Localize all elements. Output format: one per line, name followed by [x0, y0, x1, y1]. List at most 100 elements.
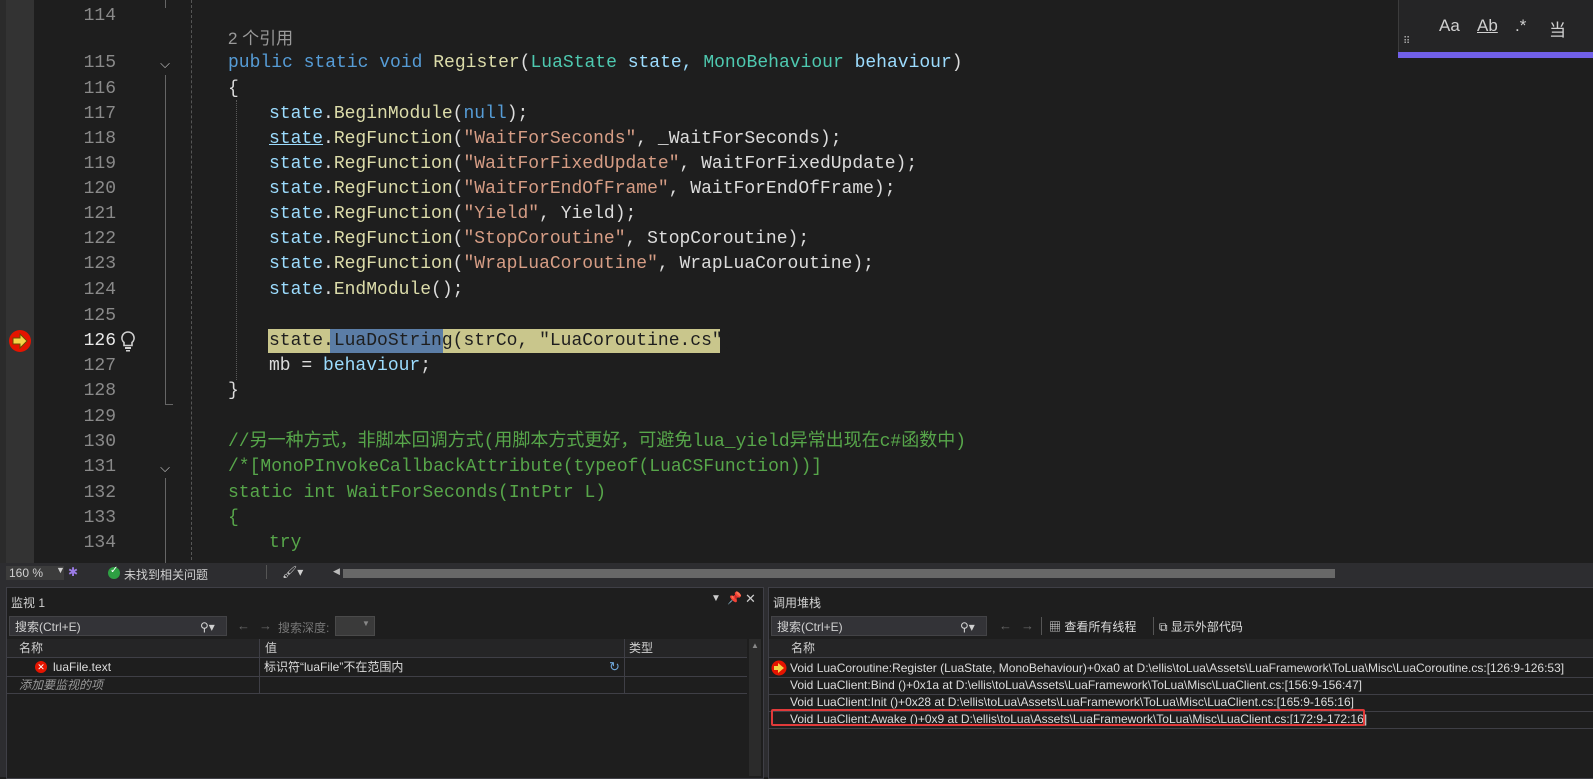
- token: RegFunction: [333, 204, 453, 224]
- watch-row[interactable]: ✕ luaFile.text 标识符“luaFile”不在范围内 ↻: [7, 659, 747, 676]
- column-divider: [259, 658, 260, 694]
- scroll-left-icon[interactable]: ◀: [333, 566, 340, 577]
- fold-chevron-down-icon[interactable]: ⌵: [157, 455, 173, 480]
- forward-arrow-icon[interactable]: →: [1021, 618, 1034, 633]
- code-line-121[interactable]: state.RegFunction("Yield", Yield);: [269, 202, 636, 227]
- token: ): [951, 53, 963, 73]
- current-frame-arrow-icon: [771, 660, 787, 676]
- row-separator: [7, 676, 747, 677]
- pin-icon[interactable]: 📌: [727, 591, 742, 605]
- dropdown-icon[interactable]: ▼: [711, 593, 721, 604]
- find-panel-accent: [1398, 52, 1593, 58]
- code-line-115[interactable]: public static void Register(LuaState sta…: [228, 51, 963, 76]
- row-separator: [7, 693, 747, 694]
- show-external-label: 显示外部代码: [1170, 620, 1243, 634]
- codelens-references[interactable]: 2 个引用: [228, 26, 293, 51]
- glyph-margin[interactable]: [6, 0, 34, 570]
- code-line-120[interactable]: state.RegFunction("WaitForEndOfFrame", W…: [269, 177, 896, 202]
- stack-frame[interactable]: Void LuaCoroutine:Register (LuaState, Mo…: [790, 660, 1564, 676]
- match-case-button[interactable]: Aa: [1439, 16, 1460, 36]
- indent-guide: [236, 100, 237, 380]
- horizontal-scrollbar-thumb[interactable]: [343, 569, 1335, 578]
- column-name[interactable]: 名称: [791, 639, 815, 657]
- execution-pointer-icon[interactable]: [8, 329, 32, 353]
- zoom-select[interactable]: 160 % ▼: [6, 565, 65, 580]
- token: "WaitForFixedUpdate": [463, 154, 680, 174]
- code-line-132[interactable]: static int WaitForSeconds(IntPtr L): [228, 481, 606, 506]
- code-line-130[interactable]: //另一种方式，非脚本回调方式(用脚本方式更好，可避免lua_yield异常出现…: [228, 430, 966, 455]
- column-divider[interactable]: [259, 639, 260, 657]
- token: BeginModule: [333, 104, 453, 124]
- token: , _WaitForSeconds);: [636, 129, 842, 149]
- column-name[interactable]: 名称: [19, 639, 43, 657]
- token: state: [269, 229, 324, 249]
- red-annotation-box: [771, 709, 1365, 726]
- code-line-127[interactable]: mb = behaviour;: [269, 354, 431, 379]
- watch-search-input[interactable]: 搜索(Ctrl+E) ⚲▾: [9, 616, 227, 636]
- search-depth-select[interactable]: ▼: [335, 616, 375, 636]
- token: state: [269, 254, 324, 274]
- watch-row-value[interactable]: 标识符“luaFile”不在范围内: [264, 659, 403, 675]
- code-line-119[interactable]: state.RegFunction("WaitForFixedUpdate", …: [269, 152, 917, 177]
- stack-frame[interactable]: Void LuaClient:Bind ()+0x1a at D:\ellis\…: [790, 677, 1362, 693]
- lightbulb-icon[interactable]: [118, 330, 138, 352]
- back-arrow-icon[interactable]: ←: [999, 618, 1012, 633]
- scroll-up-icon[interactable]: ▲: [751, 641, 759, 650]
- token: ;: [420, 356, 432, 376]
- code-line-124[interactable]: state.EndModule();: [269, 278, 463, 303]
- token: public: [228, 53, 293, 73]
- token: state: [269, 331, 324, 351]
- token: "WaitForEndOfFrame": [463, 179, 669, 199]
- code-line-126[interactable]: state.LuaDoString(strCo, "LuaCoroutine.c…: [269, 329, 744, 354]
- code-line-116[interactable]: {: [228, 77, 239, 102]
- close-icon[interactable]: ✕: [745, 591, 756, 607]
- regex-button[interactable]: .*: [1515, 16, 1526, 36]
- fold-chevron-down-icon[interactable]: ⌵: [157, 51, 173, 76]
- code-line-122[interactable]: state.RegFunction("StopCoroutine", StopC…: [269, 227, 809, 252]
- token: (strCo,: [452, 331, 540, 351]
- code-editor[interactable]: 114 115 116 117 118 119 120 121 122 123 …: [0, 0, 1593, 570]
- watch-row-name[interactable]: luaFile.text: [53, 659, 111, 675]
- code-line-118[interactable]: state.RegFunction("WaitForSeconds", _Wai…: [269, 127, 842, 152]
- token: .: [323, 129, 334, 149]
- code-line-117[interactable]: state.BeginModule(null);: [269, 102, 528, 127]
- token: RegFunction: [333, 229, 453, 249]
- callstack-search-input[interactable]: 搜索(Ctrl+E) ⚲▾: [771, 616, 987, 636]
- token: state: [269, 154, 324, 174]
- code-line-128[interactable]: }: [228, 379, 239, 404]
- view-threads-button[interactable]: ▦ 查看所有线程: [1049, 618, 1136, 635]
- vertical-scrollbar[interactable]: ▲: [749, 639, 761, 776]
- stack-frame[interactable]: Void LuaClient:Init ()+0x28 at D:\ellis\…: [790, 694, 1354, 710]
- code-line-133[interactable]: {: [228, 506, 239, 531]
- current-document-button[interactable]: 当: [1549, 16, 1566, 41]
- show-external-code-button[interactable]: ⧉ 显示外部代码: [1159, 618, 1243, 635]
- copilot-icon[interactable]: ✱: [68, 565, 82, 579]
- search-icon[interactable]: ⚲▾: [200, 617, 215, 637]
- code-line-123[interactable]: state.RegFunction("WrapLuaCoroutine", Wr…: [269, 252, 874, 277]
- search-icon[interactable]: ⚲▾: [960, 617, 975, 637]
- issues-status[interactable]: 未找到相关问题: [124, 566, 208, 583]
- column-divider[interactable]: [624, 639, 625, 657]
- match-word-button[interactable]: Ab: [1477, 16, 1498, 36]
- token: RegFunction: [333, 179, 453, 199]
- line-number: 131: [83, 457, 116, 477]
- column-divider: [624, 658, 625, 694]
- brush-icon[interactable]: 🖌▾: [282, 565, 303, 579]
- column-type[interactable]: 类型: [629, 639, 653, 657]
- refresh-icon[interactable]: ↻: [609, 659, 620, 675]
- token: .: [323, 331, 334, 351]
- back-arrow-icon[interactable]: ←: [237, 618, 250, 633]
- add-watch-item[interactable]: 添加要监视的项: [19, 677, 103, 693]
- watch-panel: 监视 1 ▼ 📌 ✕ 搜索(Ctrl+E) ⚲▾ ← → 搜索深度: ▼ 名称 …: [6, 587, 764, 779]
- column-value[interactable]: 值: [265, 639, 277, 657]
- token: .: [323, 229, 334, 249]
- token: .: [323, 280, 334, 300]
- line-number: 133: [83, 508, 116, 528]
- token: RegFunction: [333, 254, 453, 274]
- forward-arrow-icon[interactable]: →: [259, 618, 272, 633]
- code-line-134[interactable]: try: [269, 531, 301, 556]
- line-number: 114: [83, 6, 116, 26]
- line-number: 125: [83, 306, 116, 326]
- token: EndModule: [333, 280, 432, 300]
- code-line-131[interactable]: /*[MonoPInvokeCallbackAttribute(typeof(L…: [228, 455, 822, 480]
